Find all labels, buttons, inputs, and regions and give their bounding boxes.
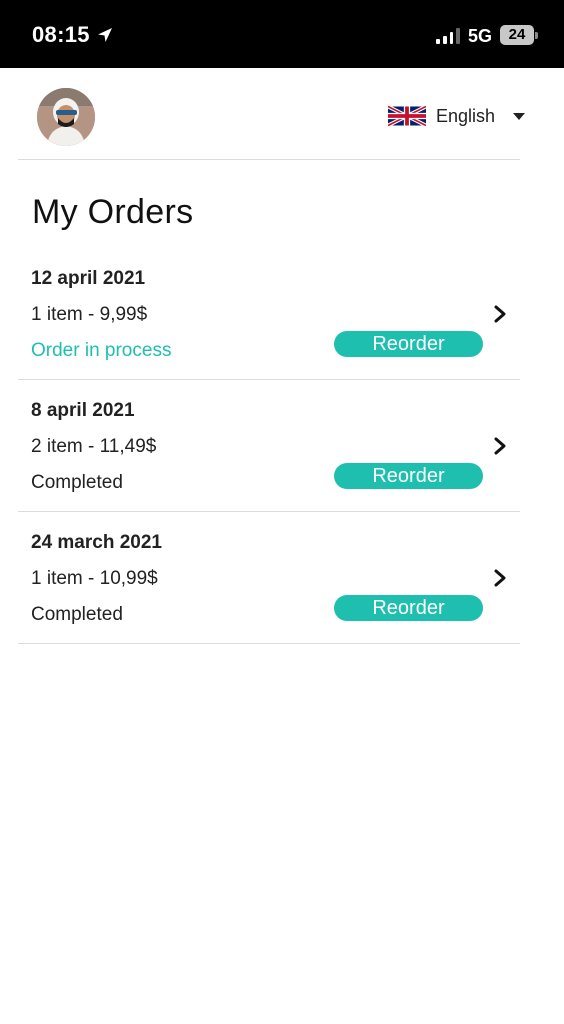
avatar-photo xyxy=(37,88,95,146)
chevron-right-icon[interactable] xyxy=(492,568,508,588)
battery-icon: 24 xyxy=(500,25,534,45)
battery-tip xyxy=(535,32,538,39)
order-date: 12 april 2021 xyxy=(31,268,146,289)
order-summary: 1 item - 9,99$ xyxy=(31,304,148,325)
avatar[interactable] xyxy=(37,88,95,146)
order-item[interactable]: 8 april 2021 2 item - 11,49$ Completed R… xyxy=(18,380,520,512)
status-bar: 08:15 5G 24 xyxy=(0,0,564,68)
caret-down-icon xyxy=(513,112,526,120)
order-summary: 2 item - 11,49$ xyxy=(31,436,157,457)
order-status: Completed xyxy=(31,604,123,625)
order-date: 8 april 2021 xyxy=(31,400,135,421)
top-header: English xyxy=(18,68,526,160)
order-date: 24 march 2021 xyxy=(31,532,162,553)
chevron-right-icon[interactable] xyxy=(492,436,508,456)
status-time: 08:15 xyxy=(32,22,114,48)
reorder-button[interactable]: Reorder xyxy=(334,463,483,489)
order-item[interactable]: 12 april 2021 1 item - 9,99$ Order in pr… xyxy=(18,248,520,380)
status-time-label: 08:15 xyxy=(32,22,90,47)
network-type: 5G xyxy=(468,26,493,46)
reorder-button[interactable]: Reorder xyxy=(334,595,483,621)
uk-flag-icon xyxy=(388,105,426,127)
language-selector[interactable]: English xyxy=(388,102,526,130)
order-status: Completed xyxy=(31,472,123,493)
order-list: 12 april 2021 1 item - 9,99$ Order in pr… xyxy=(18,248,520,644)
order-item[interactable]: 24 march 2021 1 item - 10,99$ Completed … xyxy=(18,512,520,644)
reorder-button[interactable]: Reorder xyxy=(334,331,483,357)
order-status: Order in process xyxy=(31,340,172,361)
language-label: English xyxy=(436,105,496,126)
order-summary: 1 item - 10,99$ xyxy=(31,568,158,589)
signal-strength-icon xyxy=(436,28,460,44)
page-title: My Orders xyxy=(32,193,194,231)
chevron-right-icon[interactable] xyxy=(492,304,508,324)
location-arrow-icon xyxy=(97,28,112,42)
